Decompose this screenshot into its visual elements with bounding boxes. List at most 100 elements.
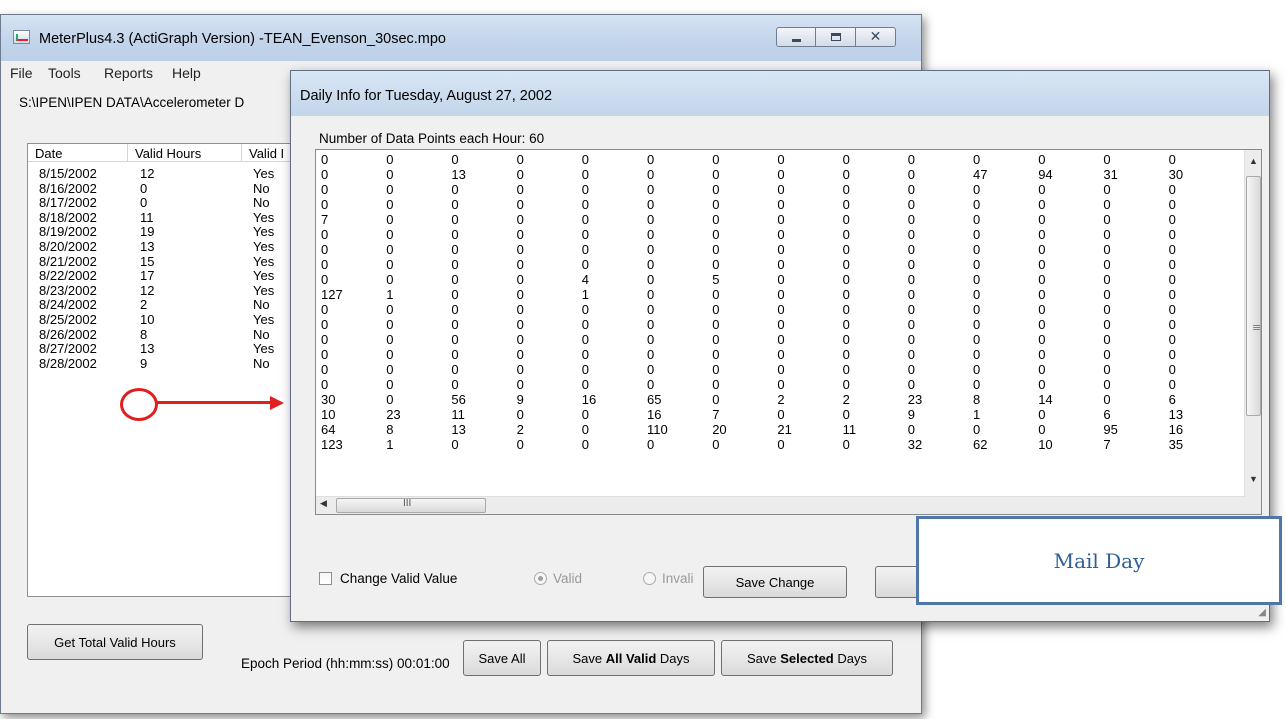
close-button[interactable]: ✕ — [856, 27, 896, 47]
table-row[interactable]: 8/28/2002 9 No — [28, 355, 294, 371]
table-row[interactable]: 8/26/2002 8 No — [28, 327, 294, 342]
minimize-icon — [791, 38, 801, 42]
grid-cell: 0 — [1038, 407, 1046, 422]
grid-cell: 0 — [647, 347, 655, 362]
grid-cell: 0 — [1168, 347, 1176, 362]
grid-cell: 0 — [647, 227, 655, 242]
grid-cell: 0 — [907, 152, 916, 167]
grid-cell: 0 — [907, 242, 916, 257]
vertical-scrollbar[interactable]: ▲ ≡ ▼ — [1244, 150, 1261, 514]
table-row[interactable]: 8/24/2002 2 No — [28, 297, 294, 312]
change-valid-value-checkbox[interactable]: Change Valid Value — [319, 571, 457, 586]
vertical-scroll-thumb[interactable]: ≡ — [1246, 176, 1261, 416]
grid-cell: 0 — [516, 197, 524, 212]
grid-cell: 0 — [777, 317, 785, 332]
grid-cell: 62 — [973, 437, 988, 452]
grid-row: 0 0 0 0 0 0 0 0 0 0 0 0 0 0 — [316, 332, 1246, 347]
checkbox-box[interactable] — [319, 572, 332, 585]
grid-cell: 0 — [973, 197, 981, 212]
table-row[interactable]: 8/21/2002 15 Yes — [28, 254, 294, 269]
table-cell: Yes — [253, 224, 275, 240]
table-cell: 13 — [140, 341, 155, 357]
save-selected-days-button[interactable]: Save Selected Days — [721, 640, 893, 676]
table-cell: No — [253, 355, 270, 371]
grid-cell: 0 — [516, 242, 524, 257]
scroll-left-icon[interactable]: ◀ — [320, 498, 327, 509]
menu-reports[interactable]: Reports — [104, 65, 153, 81]
table-row[interactable]: 8/15/2002 12 Yes — [28, 166, 294, 181]
grid-cell: 0 — [516, 152, 524, 167]
grid-cell: 0 — [907, 167, 916, 182]
grid-cell: 0 — [1038, 257, 1046, 272]
grid-cell: 0 — [777, 437, 785, 452]
horizontal-scroll-thumb[interactable]: III — [336, 498, 486, 513]
table-row[interactable]: 8/17/2002 0 No — [28, 195, 294, 210]
grid-cell: 0 — [647, 302, 655, 317]
table-cell: 8/28/2002 — [39, 355, 97, 371]
grid-cell: 0 — [386, 332, 394, 347]
table-row[interactable]: 8/20/2002 13 Yes — [28, 239, 294, 254]
dialog-title: Daily Info for Tuesday, August 27, 2002 — [300, 88, 553, 104]
table-cell: 8/23/2002 — [39, 282, 97, 298]
save-change-button[interactable]: Save Change — [703, 566, 847, 598]
grid-cell: 31 — [1103, 167, 1118, 182]
save-all-valid-days-button[interactable]: Save All Valid Days — [547, 640, 715, 676]
grid-cell: 0 — [973, 257, 981, 272]
dialog-titlebar[interactable]: Daily Info for Tuesday, August 27, 2002 — [291, 71, 1269, 116]
table-row[interactable]: 8/23/2002 12 Yes — [28, 282, 294, 298]
grid-cell: 0 — [647, 197, 655, 212]
grid-cell: 0 — [1038, 377, 1046, 392]
radio-valid[interactable]: Valid — [534, 571, 582, 586]
grid-cell: 0 — [842, 347, 850, 362]
grid-cell: 0 — [1038, 242, 1046, 257]
column-header-valid-hours[interactable]: Valid Hours — [128, 144, 242, 162]
menu-help[interactable]: Help — [172, 65, 201, 81]
table-cell: 12 — [140, 282, 155, 298]
grid-cell: 0 — [842, 377, 850, 392]
scroll-up-icon[interactable]: ▲ — [1245, 152, 1261, 170]
table-row[interactable]: 8/27/2002 13 Yes — [28, 341, 294, 357]
grid-cell: 0 — [386, 272, 394, 287]
horizontal-scrollbar[interactable]: ◀ III — [316, 496, 1246, 514]
menu-tools[interactable]: Tools — [48, 65, 81, 81]
grid-cell: 0 — [386, 167, 394, 182]
get-total-valid-hours-button[interactable]: Get Total Valid Hours — [27, 624, 203, 660]
grid-cell: 0 — [321, 182, 329, 197]
menu-file[interactable]: File — [10, 65, 33, 81]
table-row[interactable]: 8/18/2002 11 Yes — [28, 209, 294, 225]
valid-days-list[interactable]: Date Valid Hours Valid I 8/15/2002 12 Yes 8… — [27, 143, 295, 597]
grid-cell: 0 — [712, 377, 720, 392]
radio-invalid[interactable]: Invali — [643, 571, 694, 586]
scroll-down-icon[interactable]: ▼ — [1245, 470, 1261, 488]
grid-cell: 0 — [712, 152, 720, 167]
table-cell: 12 — [140, 166, 155, 181]
radio-valid-circle[interactable] — [534, 572, 547, 585]
table-row[interactable]: 8/25/2002 10 Yes — [28, 312, 294, 327]
column-header-valid-day[interactable]: Valid I — [242, 144, 296, 162]
radio-invalid-circle[interactable] — [643, 572, 656, 585]
column-header-date[interactable]: Date — [28, 144, 128, 162]
grid-cell: 0 — [1038, 287, 1046, 302]
table-cell: 19 — [140, 224, 155, 240]
grid-row: 123 1 0 0 0 0 0 0 0 32 62 10 7 35 — [316, 437, 1246, 452]
grid-cell: 0 — [386, 242, 394, 257]
hourly-data-grid[interactable]: 0 0 0 0 0 0 0 0 0 0 0 0 0 0 0 0 13 0 0 0 0 0 0 0 47 94 31 30 0 0 0 0 0 0 0… — [315, 149, 1262, 515]
table-cell: Yes — [253, 239, 275, 254]
grid-cell: 0 — [516, 407, 524, 422]
table-row[interactable]: 8/19/2002 19 Yes — [28, 224, 294, 240]
save-all-button[interactable]: Save All — [463, 640, 541, 676]
grid-cell: 0 — [386, 347, 394, 362]
grid-cell: 0 — [581, 152, 590, 167]
grid-cell: 0 — [516, 182, 524, 197]
resize-grip-icon[interactable]: ◢ — [1258, 607, 1266, 618]
grid-cell: 0 — [581, 437, 590, 452]
table-row[interactable]: 8/22/2002 17 Yes — [28, 268, 294, 284]
grid-cell: 0 — [321, 302, 329, 317]
table-cell: Yes — [253, 209, 275, 225]
maximize-button[interactable] — [816, 27, 856, 47]
main-titlebar[interactable]: MeterPlus4.3 (ActiGraph Version) -TEAN_E… — [1, 15, 921, 61]
table-cell: 8/22/2002 — [39, 268, 97, 284]
minimize-button[interactable] — [776, 27, 816, 47]
grid-cell: 0 — [712, 362, 720, 377]
table-row[interactable]: 8/16/2002 0 No — [28, 181, 294, 196]
